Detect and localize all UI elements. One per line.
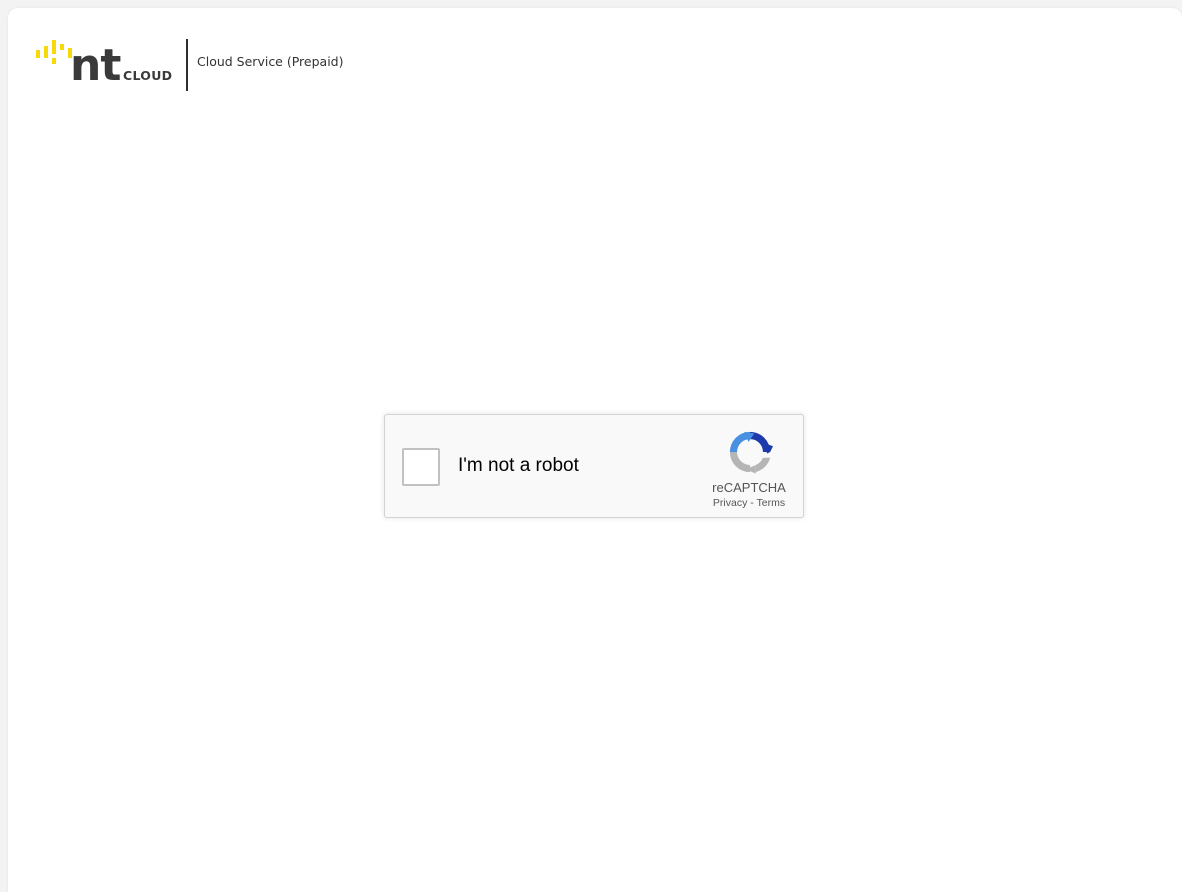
terms-link[interactable]: Terms <box>757 497 786 509</box>
privacy-link[interactable]: Privacy <box>713 497 747 509</box>
checkbox-label: I'm not a robot <box>458 455 579 476</box>
not-robot-checkbox[interactable] <box>402 448 440 486</box>
brand-logo[interactable]: nt CLOUD <box>36 36 176 94</box>
recaptcha-brand: reCAPTCHA <box>712 480 786 495</box>
recaptcha-icon <box>729 431 773 474</box>
logo-wordmark: nt <box>70 40 121 91</box>
page-title: Cloud Service (Prepaid) <box>197 53 344 69</box>
header: nt CLOUD Cloud Service (Prepaid) <box>36 36 343 94</box>
logo-suffix: CLOUD <box>123 68 173 83</box>
recaptcha-links: Privacy - Terms <box>685 497 813 509</box>
links-separator: - <box>750 497 754 509</box>
header-divider <box>186 39 188 91</box>
recaptcha-widget: I'm not a robot reCAPTCHA Privacy - Term… <box>384 414 804 518</box>
page-container: nt CLOUD Cloud Service (Prepaid) I'm not… <box>8 8 1182 892</box>
